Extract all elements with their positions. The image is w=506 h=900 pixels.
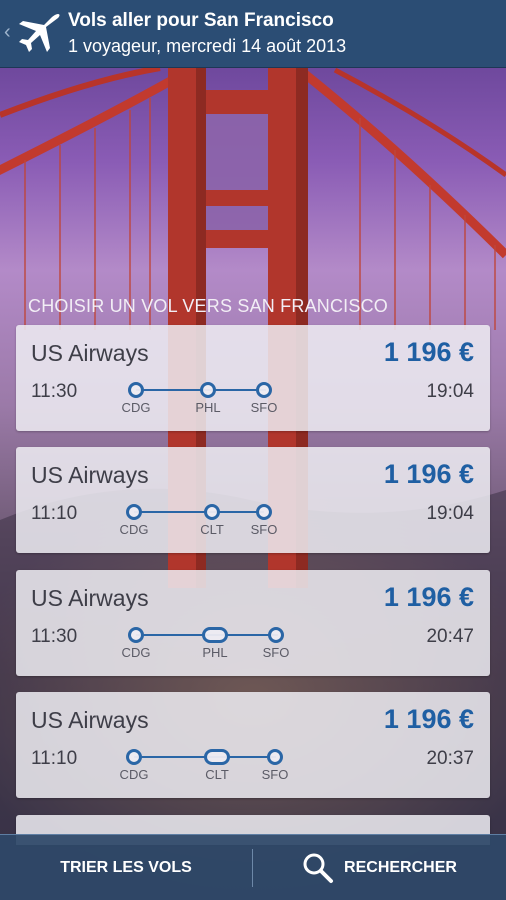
airline-name: US Airways (31, 707, 149, 733)
back-chevron-icon[interactable]: ‹ (4, 22, 11, 42)
route-diagram: CDG CLT SFO (120, 503, 286, 539)
route-stop-icon (126, 504, 142, 520)
route-stop-icon (204, 749, 230, 765)
route-stop-icon (200, 382, 216, 398)
section-title: CHOISIR UN VOL VERS SAN FRANCISCO (28, 296, 388, 316)
route-diagram: CDG PHL SFO (122, 381, 278, 417)
route-diagram: CDG PHL SFO (122, 626, 298, 662)
flight-price: 1 196 € (383, 337, 474, 367)
search-button-label: RECHERCHER (344, 859, 457, 876)
plane-icon[interactable] (14, 12, 62, 56)
sort-flights-button[interactable]: TRIER LES VOLS (0, 835, 252, 900)
route-stop-icon (256, 504, 272, 520)
airline-name: US Airways (31, 340, 149, 366)
page-title: Vols aller pour San Francisco (68, 10, 334, 31)
airport-code: CDG (119, 522, 149, 537)
airport-code: CDG (119, 767, 149, 782)
airline-name: US Airways (31, 462, 149, 488)
route-stop-icon (128, 627, 144, 643)
airport-code: SFO (250, 400, 278, 415)
flight-card[interactable]: US Airways 1 196 € 11:10 CDG CLT SFO 19:… (16, 447, 490, 553)
departure-time: 11:10 (31, 748, 78, 769)
app-header: ‹ Vols aller pour San Francisco 1 voyage… (0, 0, 506, 68)
airport-code: CDG (121, 400, 151, 415)
arrival-time: 19:04 (426, 503, 474, 524)
route-stop-icon (268, 627, 284, 643)
route-stop-icon (204, 504, 220, 520)
flight-price: 1 196 € (383, 582, 474, 612)
airport-code: SFO (261, 767, 289, 782)
airport-code: CDG (121, 645, 151, 660)
flight-price: 1 196 € (383, 704, 474, 734)
arrival-time: 19:04 (426, 381, 474, 402)
departure-time: 11:30 (31, 626, 78, 647)
route-stop-icon (128, 382, 144, 398)
airport-code: CLT (200, 522, 224, 537)
airport-code: SFO (250, 522, 278, 537)
route-stop-icon (126, 749, 142, 765)
airport-code: SFO (262, 645, 290, 660)
route-stop-icon (256, 382, 272, 398)
airline-name: US Airways (31, 585, 149, 611)
arrival-time: 20:47 (426, 626, 474, 647)
flight-price: 1 196 € (383, 459, 474, 489)
search-button[interactable]: RECHERCHER (253, 835, 506, 900)
departure-time: 11:10 (31, 503, 78, 524)
airport-code: PHL (195, 400, 221, 415)
page-subtitle: 1 voyageur, mercredi 14 août 2013 (68, 36, 347, 56)
departure-time: 11:30 (31, 381, 78, 402)
flight-card[interactable]: US Airways 1 196 € 11:30 CDG PHL SFO 20:… (16, 570, 490, 676)
airport-code: CLT (205, 767, 229, 782)
airport-code: PHL (202, 645, 228, 660)
route-stop-icon (202, 627, 228, 643)
bottom-action-bar: TRIER LES VOLS RECHERCHER (0, 834, 506, 900)
search-icon (303, 853, 334, 883)
route-stop-icon (267, 749, 283, 765)
flight-card[interactable]: US Airways 1 196 € 11:30 CDG PHL SFO 19:… (16, 325, 490, 431)
arrival-time: 20:37 (426, 748, 474, 769)
flight-card[interactable]: US Airways 1 196 € 11:10 CDG CLT SFO 20:… (16, 692, 490, 798)
route-diagram: CDG CLT SFO (120, 748, 298, 784)
